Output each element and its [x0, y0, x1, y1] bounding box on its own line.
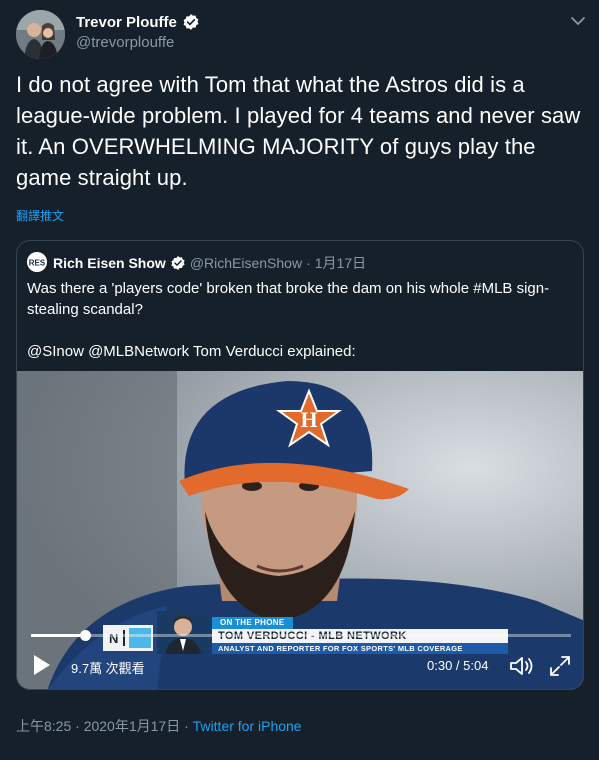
verified-badge-icon [183, 14, 199, 30]
quoted-tweet[interactable]: RES Rich Eisen Show @RichEisenShow · 1月1… [16, 240, 584, 690]
quoted-handle: @RichEisenShow [189, 255, 303, 271]
translate-tweet-link[interactable]: 翻譯推文 [16, 207, 64, 224]
video-time: 0:30 / 5:04 [427, 658, 489, 673]
video-progress-handle[interactable] [80, 630, 91, 641]
svg-text:RES: RES [29, 259, 46, 268]
view-count: 9.7萬 次觀看 [71, 661, 145, 676]
quoted-text-line: Was there a 'players code' broken that b… [27, 280, 550, 318]
lower-third-subtitle: ANALYST AND REPORTER FOR FOX SPORTS' MLB… [212, 643, 508, 654]
network-logo: N [103, 625, 153, 651]
quoted-display-name: Rich Eisen Show [53, 255, 166, 271]
fullscreen-icon[interactable] [549, 655, 571, 677]
quoted-text: Was there a 'players code' broken that b… [27, 278, 572, 383]
volume-icon[interactable] [509, 655, 535, 677]
author-display-name[interactable]: Trevor Plouffe [76, 14, 177, 31]
lower-third-tag: ON THE PHONE [212, 617, 293, 629]
author-avatar[interactable] [16, 10, 65, 59]
quoted-header: Rich Eisen Show @RichEisenShow · 1月17日 [53, 253, 366, 273]
quoted-avatar: RES [27, 252, 47, 272]
tweet-timestamp[interactable]: 上午8:25 · 2020年1月17日 [16, 718, 180, 734]
verified-badge-icon [171, 256, 185, 270]
author-name-row[interactable]: Trevor Plouffe [76, 13, 200, 31]
author-handle[interactable]: @trevorplouffe [76, 34, 174, 51]
guest-headshot [157, 611, 209, 654]
play-icon[interactable] [33, 654, 51, 676]
video-progress-bar[interactable] [31, 630, 571, 641]
svg-text:H: H [300, 407, 317, 432]
footer-separator: · [180, 718, 193, 734]
video-progress-fill [31, 634, 85, 637]
video-player[interactable]: H N ON THE PHONE TOM VERDUCCI - MLB NETW… [17, 371, 583, 689]
chevron-down-icon[interactable] [569, 12, 587, 30]
quoted-text-line: @SInow @MLBNetwork Tom Verducci explaine… [27, 343, 356, 360]
tweet: Trevor Plouffe @trevorplouffe I do not a… [0, 0, 599, 760]
quoted-separator: · [306, 255, 311, 271]
quoted-date: 1月17日 [314, 255, 367, 271]
tweet-source-link[interactable]: Twitter for iPhone [193, 718, 302, 734]
tweet-text: I do not agree with Tom that what the As… [16, 72, 581, 190]
tweet-footer: 上午8:25 · 2020年1月17日 · Twitter for iPhone [16, 716, 302, 736]
